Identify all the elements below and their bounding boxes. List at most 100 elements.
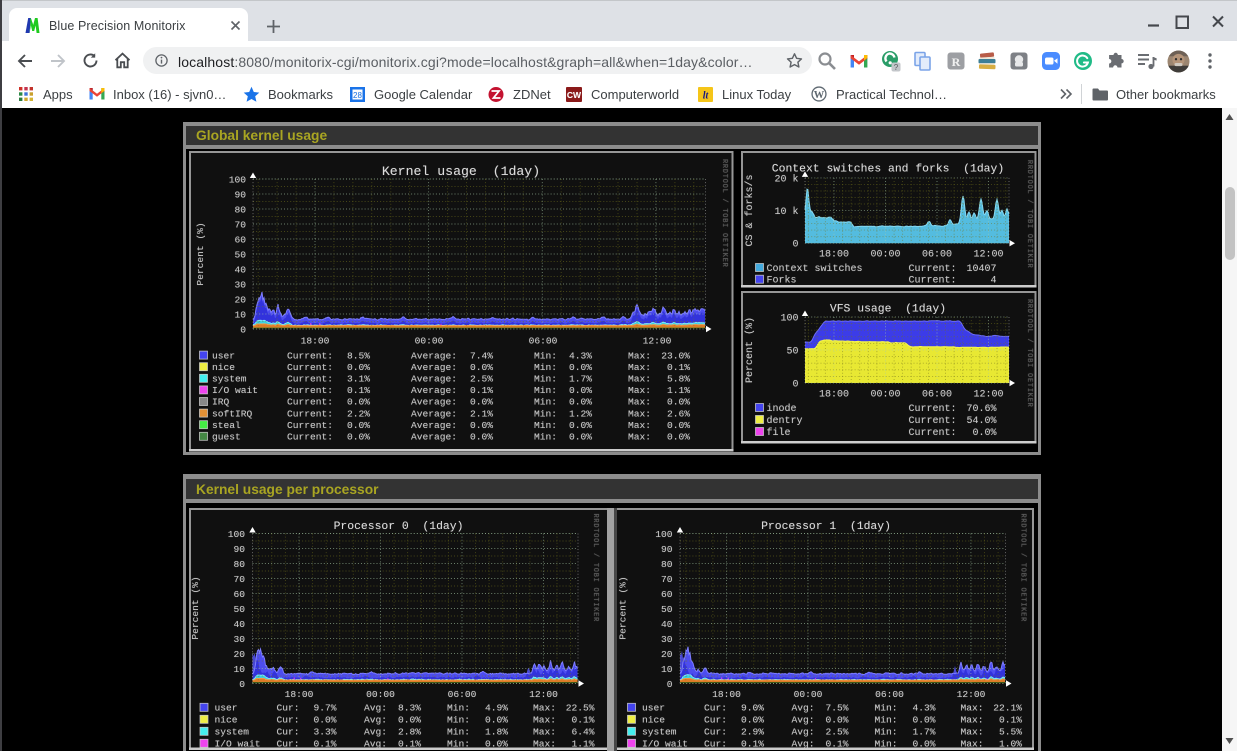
svg-text:Current:: Current:: [909, 276, 957, 287]
svg-text:Cur:: Cur:: [704, 739, 727, 750]
svg-text:0.0%: 0.0%: [667, 397, 690, 408]
svg-text:00:00: 00:00: [870, 390, 900, 401]
svg-text:nice: nice: [212, 362, 235, 373]
svg-text:CW: CW: [567, 90, 582, 100]
svg-text:Max:: Max:: [628, 420, 651, 431]
svg-text:10: 10: [661, 664, 673, 675]
svg-text:0.0%: 0.0%: [347, 420, 370, 431]
svg-text:Max:: Max:: [628, 385, 651, 396]
svg-text:1.1%: 1.1%: [667, 385, 690, 396]
svg-text:Max:: Max:: [628, 408, 651, 419]
svg-text:Min:: Min:: [447, 727, 470, 738]
svg-text:1.7%: 1.7%: [912, 727, 935, 738]
svg-text:Max:: Max:: [533, 739, 556, 750]
svg-text:4: 4: [990, 276, 996, 287]
svg-text:Context switches and forks (1: Context switches and forks (1day): [772, 164, 1004, 176]
svg-text:0.0%: 0.0%: [569, 385, 592, 396]
svg-text:Average:: Average:: [411, 362, 457, 373]
svg-text:10407: 10407: [966, 264, 996, 275]
svg-text:7.5%: 7.5%: [825, 703, 848, 714]
svg-text:20: 20: [234, 294, 246, 305]
svg-text:Min:: Min:: [534, 397, 557, 408]
svg-text:Current:: Current:: [287, 350, 333, 361]
svg-text:Min:: Min:: [447, 739, 470, 750]
svg-text:0: 0: [792, 379, 798, 390]
svg-text:06:00: 06:00: [922, 250, 952, 261]
svg-text:nice: nice: [642, 715, 665, 726]
svg-text:12:00: 12:00: [973, 390, 1003, 401]
svg-text:Current:: Current:: [909, 428, 957, 439]
svg-text:4.9%: 4.9%: [485, 703, 508, 714]
svg-text:06:00: 06:00: [875, 689, 904, 700]
svg-text:RRDTOOL / TOBI OETIKER: RRDTOOL / TOBI OETIKER: [591, 514, 599, 623]
svg-text:Cur:: Cur:: [704, 727, 727, 738]
svg-text:Min:: Min:: [534, 432, 557, 443]
svg-text:Avg:: Avg:: [792, 715, 815, 726]
svg-text:Average:: Average:: [411, 397, 457, 408]
svg-text:Cur:: Cur:: [704, 715, 727, 726]
svg-text:30: 30: [233, 634, 245, 645]
svg-text:10: 10: [234, 309, 246, 320]
svg-text:0.1%: 0.1%: [347, 385, 370, 396]
svg-text:Max:: Max:: [533, 703, 556, 714]
svg-text:1.1%: 1.1%: [571, 739, 594, 750]
svg-text:0: 0: [667, 679, 673, 690]
svg-text:Avg:: Avg:: [792, 739, 815, 750]
svg-text:12:00: 12:00: [643, 336, 672, 347]
svg-text:8.3%: 8.3%: [398, 703, 421, 714]
svg-text:Avg:: Avg:: [364, 727, 387, 738]
svg-text:6.4%: 6.4%: [571, 727, 594, 738]
svg-text:I/O wait: I/O wait: [212, 385, 258, 396]
svg-text:Min:: Min:: [875, 715, 898, 726]
svg-text:0.0%: 0.0%: [569, 432, 592, 443]
svg-text:70: 70: [661, 574, 673, 585]
svg-text:70.6%: 70.6%: [966, 404, 996, 415]
svg-text:Percent (%): Percent (%): [195, 222, 206, 285]
svg-text:Avg:: Avg:: [792, 727, 815, 738]
svg-text:50: 50: [661, 604, 673, 615]
svg-text:file: file: [767, 427, 791, 439]
svg-text:0.0%: 0.0%: [347, 397, 370, 408]
svg-text:Percent (%): Percent (%): [618, 576, 629, 639]
svg-text:Context switches: Context switches: [767, 263, 863, 275]
svg-text:0.0%: 0.0%: [470, 432, 493, 443]
svg-text:Max:: Max:: [628, 374, 651, 385]
svg-text:1.2%: 1.2%: [569, 408, 592, 419]
svg-text:0.0%: 0.0%: [347, 362, 370, 373]
svg-text:Processor 1 (1day): Processor 1 (1day): [761, 521, 891, 533]
svg-text:user: user: [642, 703, 665, 714]
svg-text:Average:: Average:: [411, 350, 457, 361]
svg-text:90: 90: [661, 544, 673, 555]
svg-text:9.7%: 9.7%: [313, 703, 336, 714]
svg-text:user: user: [215, 703, 238, 714]
svg-text:40: 40: [233, 619, 245, 630]
svg-text:Min:: Min:: [875, 703, 898, 714]
svg-text:30: 30: [234, 279, 246, 290]
svg-text:0.0%: 0.0%: [569, 420, 592, 431]
svg-text:2.1%: 2.1%: [470, 408, 493, 419]
svg-text:10: 10: [233, 664, 245, 675]
svg-text:dentry: dentry: [767, 415, 803, 427]
svg-text:0.0%: 0.0%: [470, 420, 493, 431]
svg-text:0.0%: 0.0%: [741, 715, 764, 726]
svg-text:06:00: 06:00: [448, 689, 477, 700]
svg-text:06:00: 06:00: [922, 390, 952, 401]
svg-text:80: 80: [661, 559, 673, 570]
svg-text:22.5%: 22.5%: [566, 703, 595, 714]
svg-text:Min:: Min:: [447, 703, 470, 714]
svg-text:Cur:: Cur:: [277, 703, 300, 714]
svg-text:Current:: Current:: [909, 404, 957, 415]
svg-text:0.0%: 0.0%: [912, 739, 935, 750]
svg-text:Max:: Max:: [961, 739, 984, 750]
svg-text:20: 20: [661, 649, 673, 660]
svg-text:?: ?: [894, 63, 899, 72]
svg-text:12:00: 12:00: [529, 689, 558, 700]
svg-text:12:00: 12:00: [973, 250, 1003, 261]
svg-text:Max:: Max:: [628, 362, 651, 373]
svg-text:steal: steal: [212, 420, 241, 431]
svg-text:Average:: Average:: [411, 374, 457, 385]
svg-text:0: 0: [239, 679, 245, 690]
svg-text:0.0%: 0.0%: [569, 397, 592, 408]
svg-text:Min:: Min:: [534, 362, 557, 373]
svg-text:28: 28: [353, 91, 362, 100]
